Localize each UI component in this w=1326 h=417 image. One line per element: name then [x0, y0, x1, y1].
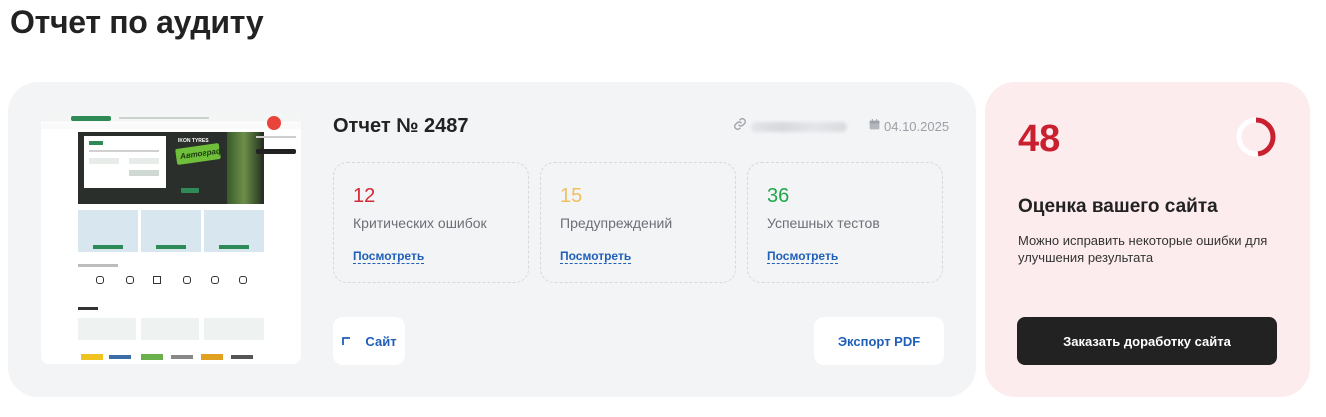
- link-icon: [733, 117, 747, 136]
- stat-label: Успешных тестов: [767, 215, 880, 231]
- site-button[interactable]: Сайт: [333, 317, 405, 365]
- order-improvement-button[interactable]: Заказать доработку сайта: [1017, 317, 1277, 365]
- report-card: IKON TYRES Автограф Отчет № 2487 04.10.2…: [8, 82, 976, 397]
- view-critical-link[interactable]: Посмотреть: [353, 249, 425, 264]
- page-title: Отчет по аудиту: [10, 4, 264, 40]
- stat-label: Критических ошибок: [353, 215, 487, 231]
- export-pdf-button[interactable]: Экспорт PDF: [814, 317, 944, 365]
- stat-value: 12: [353, 185, 376, 207]
- stat-passed: 36 Успешных тестов Посмотреть: [747, 162, 943, 283]
- score-description: Можно исправить некоторые ошибки для улу…: [1018, 233, 1268, 265]
- site-link[interactable]: [733, 117, 847, 136]
- site-button-label: Сайт: [365, 333, 397, 349]
- view-warnings-link[interactable]: Посмотреть: [560, 249, 632, 264]
- score-value: 48: [1018, 118, 1061, 160]
- stat-label: Предупреждений: [560, 215, 673, 231]
- stat-warnings: 15 Предупреждений Посмотреть: [540, 162, 736, 283]
- report-date: 04.10.2025: [868, 118, 949, 134]
- stat-critical: 12 Критических ошибок Посмотреть: [333, 162, 529, 283]
- report-title: Отчет № 2487: [333, 115, 469, 137]
- score-title: Оценка вашего сайта: [1018, 196, 1218, 217]
- stat-value: 15: [560, 185, 583, 207]
- stat-value: 36: [767, 185, 790, 207]
- site-screenshot: IKON TYRES Автограф: [41, 114, 301, 364]
- thumb-brand: IKON TYRES: [178, 138, 209, 144]
- calendar-icon: [868, 118, 881, 134]
- score-ring: [1236, 117, 1276, 157]
- arrow-up-left-icon: [341, 334, 351, 349]
- report-date-text: 04.10.2025: [884, 118, 950, 134]
- score-card: 48 Оценка вашего сайта Можно исправить н…: [985, 82, 1310, 397]
- export-pdf-label: Экспорт PDF: [837, 333, 921, 349]
- site-url-blurred: [751, 121, 847, 132]
- view-passed-link[interactable]: Посмотреть: [767, 249, 839, 264]
